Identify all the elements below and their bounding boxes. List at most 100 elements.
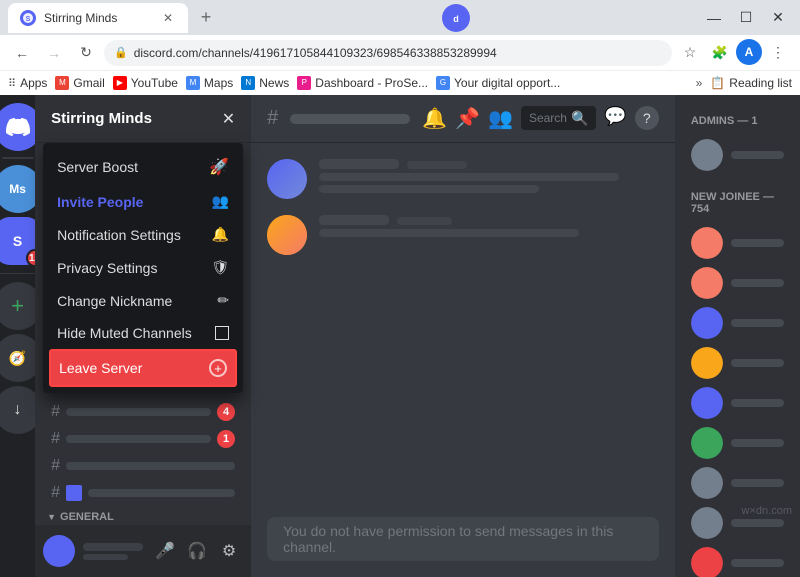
- member-avatar-2: [691, 267, 723, 299]
- refresh-button[interactable]: ↻: [72, 39, 100, 67]
- message-1: [267, 159, 659, 199]
- menu-label-privacy-settings: Privacy Settings: [57, 260, 157, 276]
- deafen-button[interactable]: 🎧: [183, 537, 211, 565]
- admin-name-1: [731, 151, 784, 159]
- window-controls: — ☐ ✕: [700, 4, 792, 32]
- leave-server-icon: +: [209, 359, 227, 377]
- bookmark-maps[interactable]: M Maps: [186, 76, 233, 90]
- channel-item-2[interactable]: # 4: [43, 399, 243, 425]
- settings-button[interactable]: ⚙: [215, 537, 243, 565]
- tab-favicon: S: [20, 10, 36, 26]
- chat-body: [251, 143, 675, 517]
- url-bar[interactable]: 🔒 discord.com/channels/41961710584410932…: [104, 40, 672, 66]
- admin-member-1[interactable]: [683, 135, 792, 175]
- notification-bell-button[interactable]: 🔔: [422, 106, 447, 131]
- extension-icon[interactable]: d: [442, 4, 470, 32]
- admins-category-title: ADMINS — 1: [683, 111, 792, 131]
- tab-close-button[interactable]: ✕: [160, 10, 176, 26]
- member-7[interactable]: [683, 463, 792, 503]
- more-button[interactable]: ⋮: [764, 39, 792, 67]
- bookmark-apps[interactable]: ⠿ Apps: [8, 76, 47, 90]
- chat-search-text: Search: [529, 111, 567, 125]
- add-server-button[interactable]: +: [0, 282, 35, 330]
- channel-badge-2: 4: [217, 403, 235, 421]
- channel-item-5[interactable]: #: [43, 480, 243, 506]
- bookmark-gmail[interactable]: M Gmail: [55, 76, 104, 90]
- back-button[interactable]: ←: [8, 39, 36, 67]
- bookmark-star-button[interactable]: ☆: [676, 39, 704, 67]
- message-2-author: [319, 215, 389, 225]
- new-joinee-category-title: NEW JOINEE — 754: [683, 187, 792, 219]
- bookmarks-bar: ⠿ Apps M Gmail ▶ YouTube M Maps N News P…: [0, 70, 800, 95]
- member-2[interactable]: [683, 263, 792, 303]
- close-button[interactable]: ✕: [764, 4, 792, 32]
- invite-people-icon: 👥: [212, 193, 229, 210]
- bookmark-google[interactable]: G Your digital opport...: [436, 76, 560, 90]
- user-info: [79, 543, 147, 560]
- message-2-time: [397, 217, 452, 225]
- member-5[interactable]: [683, 383, 792, 423]
- category-general[interactable]: ▼ GENERAL: [35, 507, 251, 525]
- menu-item-server-boost[interactable]: Server Boost 🚀: [49, 149, 237, 185]
- members-button[interactable]: 👥: [488, 106, 513, 131]
- reading-list-button[interactable]: 📋 Reading list: [710, 76, 792, 90]
- member-4[interactable]: [683, 343, 792, 383]
- channel-hash-icon-4: #: [51, 457, 60, 475]
- member-9[interactable]: [683, 543, 792, 577]
- member-avatar-6: [691, 427, 723, 459]
- user-bar-actions: 🎤 🎧 ⚙: [151, 537, 243, 565]
- pin-button[interactable]: 📌: [455, 106, 480, 131]
- url-text: discord.com/channels/419617105844109323/…: [134, 46, 497, 60]
- inbox-button[interactable]: 💬: [604, 106, 626, 131]
- maps-icon: M: [186, 76, 200, 90]
- help-button[interactable]: ?: [635, 106, 659, 130]
- menu-label-change-nickname: Change Nickname: [57, 293, 172, 309]
- message-2-avatar: [267, 215, 307, 255]
- user-avatar: [43, 535, 75, 567]
- server-sidebar: Ms S 12 + 🧭 ↓: [0, 95, 35, 577]
- member-avatar-3: [691, 307, 723, 339]
- download-button[interactable]: ↓: [0, 386, 35, 434]
- profile-button[interactable]: A: [736, 39, 762, 65]
- member-name-2: [731, 279, 784, 287]
- privacy-settings-icon: 🛡: [211, 259, 229, 276]
- server-header[interactable]: Stirring Minds ✕: [35, 95, 251, 143]
- bookmark-news[interactable]: N News: [241, 76, 289, 90]
- chat-input-placeholder: You do not have permission to send messa…: [283, 523, 643, 555]
- active-tab[interactable]: S Stirring Minds ✕: [8, 3, 188, 33]
- minimize-button[interactable]: —: [700, 4, 728, 32]
- forward-button[interactable]: →: [40, 39, 68, 67]
- member-3[interactable]: [683, 303, 792, 343]
- member-1[interactable]: [683, 223, 792, 263]
- message-2-content: [319, 215, 659, 255]
- search-icon: 🔍: [571, 110, 588, 127]
- menu-item-leave-server[interactable]: Leave Server +: [49, 349, 237, 387]
- channel-badge-box-5: [66, 485, 82, 501]
- channel-item-3[interactable]: # 1: [43, 426, 243, 452]
- extensions-button[interactable]: 🧩: [706, 39, 734, 67]
- new-tab-button[interactable]: +: [192, 4, 220, 32]
- member-name-7: [731, 479, 784, 487]
- menu-item-hide-muted-channels[interactable]: Hide Muted Channels: [49, 317, 237, 349]
- more-bookmarks-button[interactable]: »: [696, 76, 703, 90]
- channel-item-4[interactable]: #: [43, 453, 243, 479]
- member-6[interactable]: [683, 423, 792, 463]
- explore-button[interactable]: 🧭: [0, 334, 35, 382]
- server-header-close-icon: ✕: [222, 109, 235, 129]
- menu-item-privacy-settings[interactable]: Privacy Settings 🛡: [49, 251, 237, 284]
- mute-button[interactable]: 🎤: [151, 537, 179, 565]
- menu-item-invite-people[interactable]: Invite People 👥: [49, 185, 237, 218]
- server-icon-stirring-minds[interactable]: S 12: [0, 217, 35, 265]
- message-2-header: [319, 215, 659, 225]
- bookmark-dashboard[interactable]: P Dashboard - ProSe...: [297, 76, 428, 90]
- member-avatar-5: [691, 387, 723, 419]
- message-1-header: [319, 159, 659, 169]
- bookmark-youtube[interactable]: ▶ YouTube: [113, 76, 178, 90]
- discord-home-button[interactable]: [0, 103, 35, 151]
- server-icon-ms[interactable]: Ms: [0, 165, 35, 213]
- menu-item-notification-settings[interactable]: Notification Settings 🔔: [49, 218, 237, 251]
- user-bar: 🎤 🎧 ⚙: [35, 525, 251, 577]
- chat-search-bar[interactable]: Search 🔍: [521, 106, 596, 130]
- menu-item-change-nickname[interactable]: Change Nickname ✏: [49, 284, 237, 317]
- maximize-button[interactable]: ☐: [732, 4, 760, 32]
